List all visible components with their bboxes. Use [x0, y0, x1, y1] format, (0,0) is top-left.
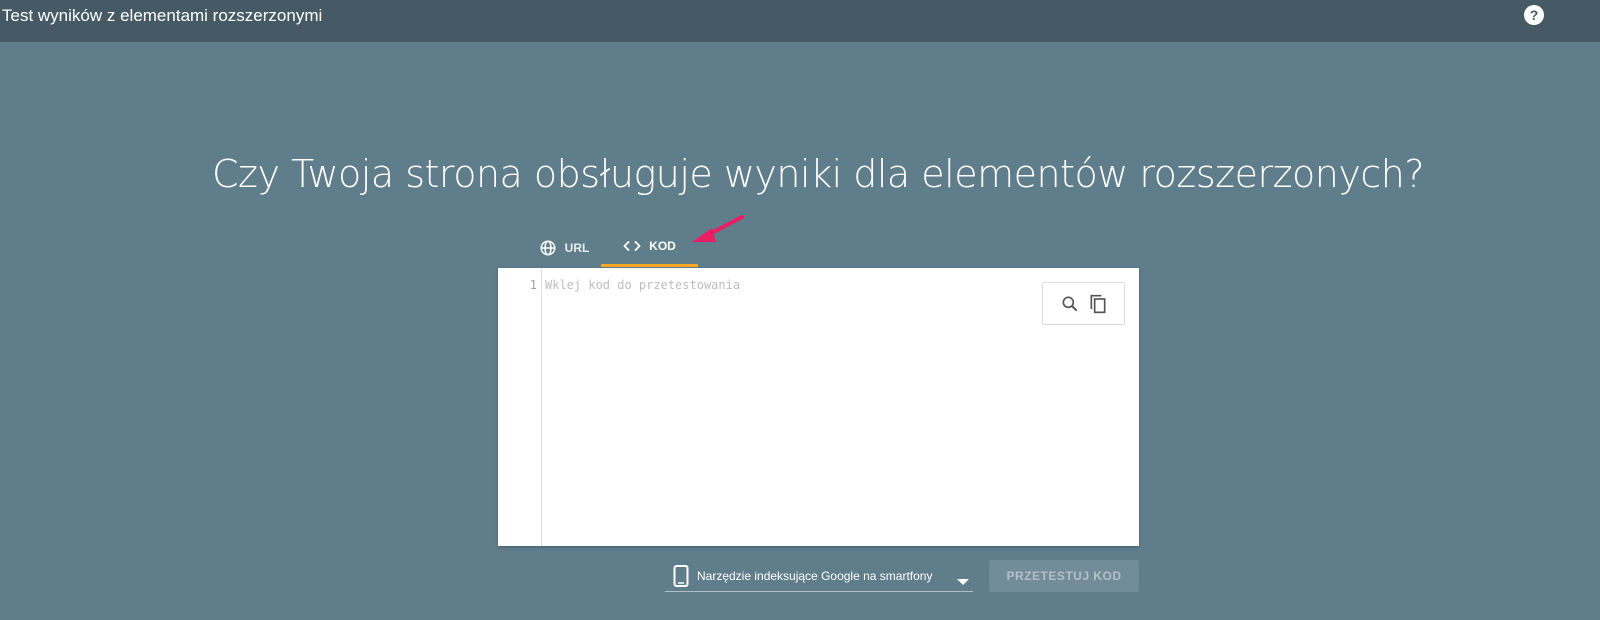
code-editor[interactable]: 1 Wklej kod do przetestowania [498, 268, 1139, 546]
device-select-label: Narzędzie indeksujące Google na smartfon… [697, 568, 933, 583]
smartphone-icon [673, 564, 689, 587]
copy-icon[interactable] [1088, 293, 1108, 315]
tab-url[interactable]: URL [524, 228, 604, 267]
chevron-down-icon [957, 573, 969, 591]
app-title: Test wyników z elementami rozszerzonymi [2, 6, 323, 25]
globe-icon [539, 239, 557, 257]
annotation-arrow [692, 215, 744, 242]
tab-code-label: KOD [649, 239, 676, 253]
test-code-button[interactable]: PRZETESTUJ KOD [989, 560, 1139, 592]
code-placeholder[interactable]: Wklej kod do przetestowania [545, 278, 740, 292]
page-headline: Czy Twoja strona obsługuje wyniki dla el… [212, 152, 1425, 196]
top-bar: Test wyników z elementami rozszerzonymi … [0, 0, 1600, 42]
line-number: 1 [529, 278, 537, 292]
help-icon[interactable]: ? [1524, 5, 1544, 25]
tab-url-label: URL [564, 240, 590, 255]
tab-code[interactable]: KOD [601, 228, 698, 267]
code-icon [623, 239, 641, 253]
line-gutter: 1 [498, 268, 542, 546]
editor-toolbar [1042, 282, 1125, 325]
device-select[interactable]: Narzędzie indeksujące Google na smartfon… [665, 560, 973, 592]
search-icon[interactable] [1060, 294, 1080, 314]
